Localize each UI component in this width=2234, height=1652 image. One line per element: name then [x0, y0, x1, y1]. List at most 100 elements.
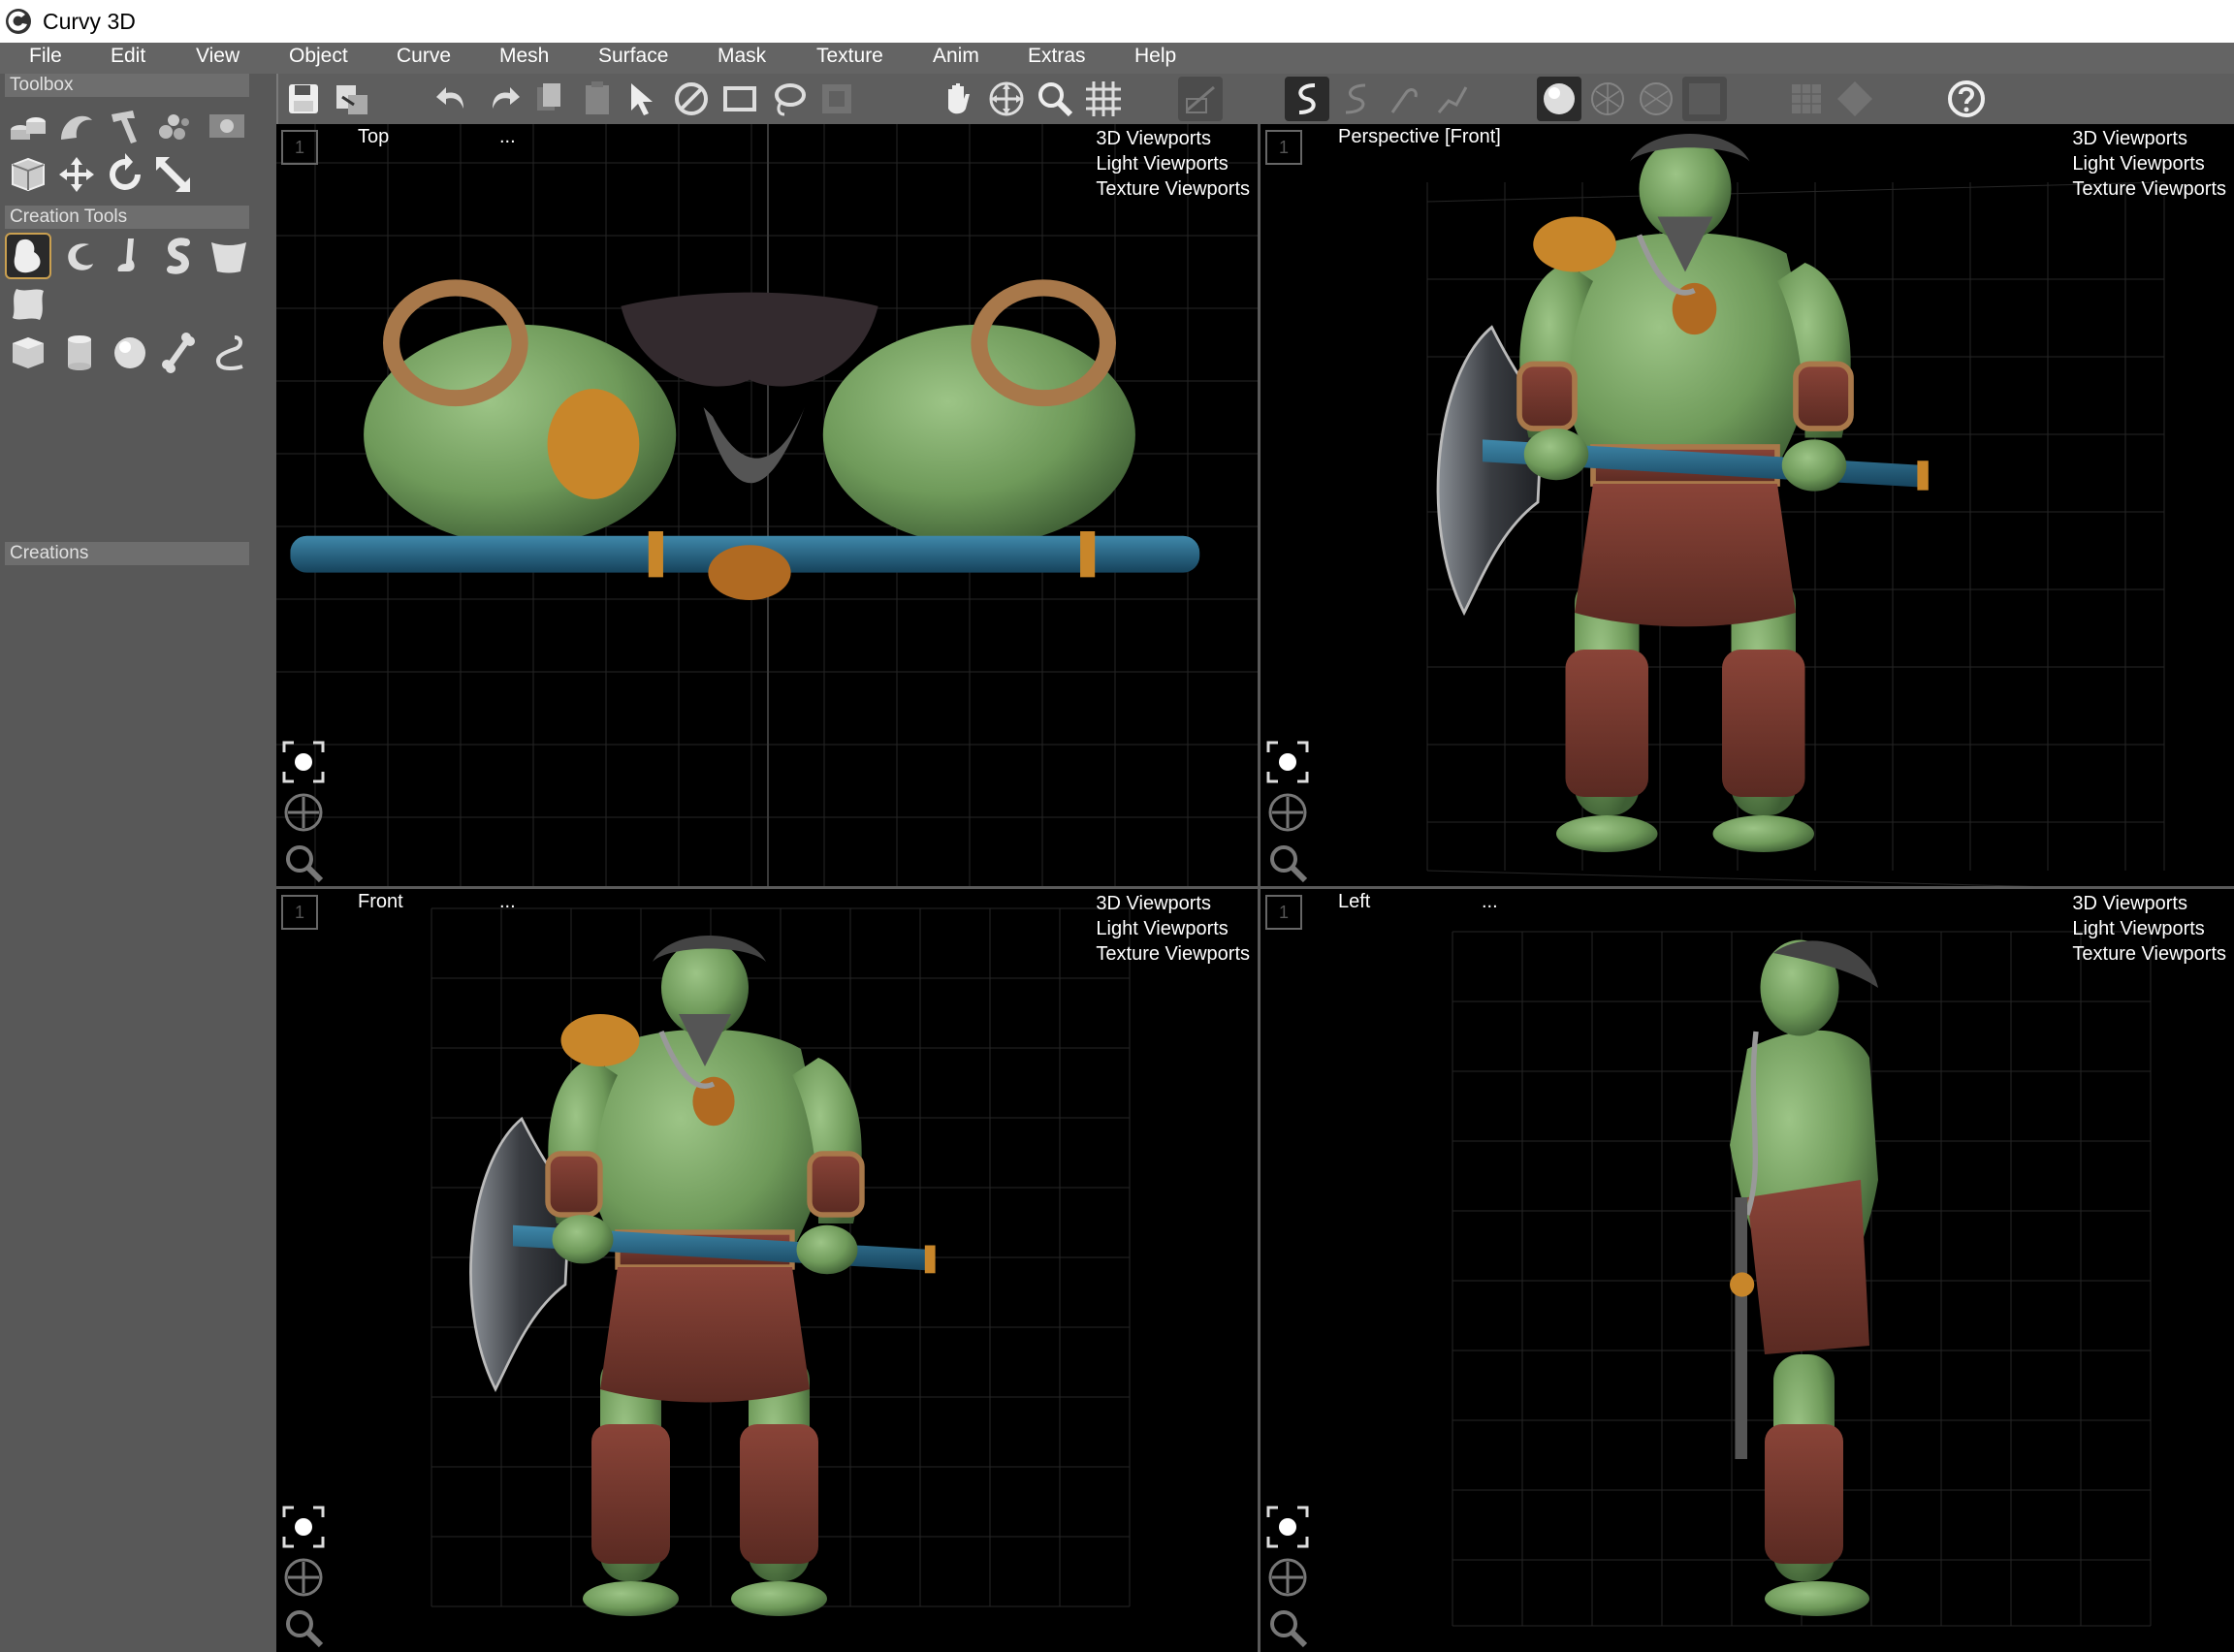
paste-button[interactable]: [575, 77, 620, 121]
focus-icon[interactable]: [282, 1506, 325, 1548]
viewport-menu-light[interactable]: Light Viewports: [2072, 151, 2226, 176]
viewport-name[interactable]: Perspective [Front]: [1338, 126, 1501, 148]
viewport-number[interactable]: 1: [1265, 895, 1302, 930]
tool-cylinder[interactable]: [56, 330, 103, 376]
tool-cube[interactable]: [5, 330, 51, 376]
viewport-menu-3d[interactable]: 3D Viewports: [2072, 891, 2226, 916]
orc-model-perspective[interactable]: [1427, 134, 1980, 871]
redo-button[interactable]: [480, 77, 525, 121]
curve-tool-4-button[interactable]: [1430, 77, 1475, 121]
viewport-more[interactable]: ...: [499, 126, 516, 148]
viewport-number[interactable]: 1: [281, 130, 318, 165]
tool-bone[interactable]: [155, 330, 202, 376]
menu-mesh[interactable]: Mesh: [499, 45, 549, 68]
zoom-button[interactable]: [1033, 77, 1077, 121]
viewport-menu-texture[interactable]: Texture Viewports: [1096, 941, 1250, 967]
mask-select-button[interactable]: [814, 77, 859, 121]
save-button[interactable]: [281, 77, 326, 121]
pan-button[interactable]: [936, 77, 980, 121]
tool-shells[interactable]: [53, 103, 100, 149]
tool-tube[interactable]: [206, 330, 252, 376]
menu-help[interactable]: Help: [1134, 45, 1176, 68]
viewport-menu-light[interactable]: Light Viewports: [2072, 916, 2226, 941]
viewport-name[interactable]: Front: [358, 891, 403, 913]
menu-file[interactable]: File: [29, 45, 62, 68]
export-button[interactable]: [330, 77, 374, 121]
tool-image-plane[interactable]: [204, 103, 250, 149]
orbit-icon[interactable]: [282, 1556, 325, 1599]
tool-hammer[interactable]: [102, 103, 148, 149]
lasso-select-button[interactable]: [766, 77, 811, 121]
focus-icon[interactable]: [1266, 741, 1309, 783]
viewport-menu-texture[interactable]: Texture Viewports: [2072, 176, 2226, 202]
curve-tool-3-button[interactable]: [1382, 77, 1426, 121]
viewport-menu-light[interactable]: Light Viewports: [1096, 916, 1250, 941]
help-button[interactable]: [1944, 77, 1989, 121]
focus-icon[interactable]: [282, 741, 325, 783]
tool-patch[interactable]: [5, 281, 51, 328]
move-view-button[interactable]: [984, 77, 1029, 121]
viewport-name[interactable]: Top: [358, 126, 389, 148]
viewport-name[interactable]: Left: [1338, 891, 1370, 913]
viewport-number[interactable]: 1: [1265, 130, 1302, 165]
wire-shaded-mode-button[interactable]: [1634, 77, 1678, 121]
tool-limb[interactable]: [105, 233, 151, 279]
shaded-mode-button[interactable]: [1537, 77, 1581, 121]
orc-model-front[interactable]: [461, 936, 984, 1634]
viewport-menu-3d[interactable]: 3D Viewports: [2072, 126, 2226, 151]
tool-blob[interactable]: [5, 233, 51, 279]
viewport-menu-light[interactable]: Light Viewports: [1096, 151, 1250, 176]
tool-rotate[interactable]: [102, 151, 148, 198]
curves-mode-button[interactable]: [1682, 77, 1727, 121]
viewport-menu-3d[interactable]: 3D Viewports: [1096, 891, 1250, 916]
copy-button[interactable]: [527, 77, 571, 121]
menu-texture[interactable]: Texture: [816, 45, 883, 68]
tool-scale[interactable]: [150, 151, 197, 198]
undo-button[interactable]: [431, 77, 476, 121]
viewport-more[interactable]: ...: [499, 891, 516, 913]
viewport-menu-3d[interactable]: 3D Viewports: [1096, 126, 1250, 151]
curve-tool-2-button[interactable]: [1333, 77, 1378, 121]
draw-curve-button[interactable]: [1285, 77, 1329, 121]
viewport-divider-horizontal[interactable]: [276, 886, 2234, 889]
tool-spheres[interactable]: [5, 103, 51, 149]
viewport-front[interactable]: 1 Front ... 3D Viewports Light Viewports…: [276, 889, 1258, 1652]
orbit-icon[interactable]: [282, 791, 325, 834]
menu-curve[interactable]: Curve: [397, 45, 451, 68]
tool-particles[interactable]: [150, 103, 197, 149]
tool-box-select[interactable]: [5, 151, 51, 198]
menu-edit[interactable]: Edit: [111, 45, 145, 68]
tool-move[interactable]: [53, 151, 100, 198]
zoom-view-icon[interactable]: [1266, 1606, 1309, 1649]
rect-select-button[interactable]: [718, 77, 762, 121]
menu-extras[interactable]: Extras: [1028, 45, 1086, 68]
deselect-button[interactable]: [669, 77, 714, 121]
zoom-view-icon[interactable]: [1266, 842, 1309, 884]
viewport-menu-texture[interactable]: Texture Viewports: [2072, 941, 2226, 967]
flat-view-button[interactable]: [1784, 77, 1829, 121]
orc-model-top[interactable]: [284, 270, 1215, 619]
menu-mask[interactable]: Mask: [718, 45, 766, 68]
edit-curve-button[interactable]: [1178, 77, 1223, 121]
viewport-number[interactable]: 1: [281, 895, 318, 930]
orc-model-left[interactable]: [1677, 936, 1939, 1634]
orbit-icon[interactable]: [1266, 1556, 1309, 1599]
viewport-menu-texture[interactable]: Texture Viewports: [1096, 176, 1250, 202]
orbit-icon[interactable]: [1266, 791, 1309, 834]
menu-anim[interactable]: Anim: [933, 45, 979, 68]
tool-sphere[interactable]: [107, 330, 153, 376]
viewport-more[interactable]: ...: [1482, 891, 1498, 913]
menu-surface[interactable]: Surface: [598, 45, 668, 68]
menu-view[interactable]: View: [196, 45, 239, 68]
iso-view-button[interactable]: [1833, 77, 1877, 121]
tool-surface[interactable]: [206, 233, 252, 279]
tool-horn[interactable]: [56, 233, 103, 279]
wireframe-mode-button[interactable]: [1585, 77, 1630, 121]
viewport-left[interactable]: 1 Left ... 3D Viewports Light Viewports …: [1261, 889, 2234, 1652]
zoom-view-icon[interactable]: [282, 1606, 325, 1649]
zoom-view-icon[interactable]: [282, 842, 325, 884]
grid-button[interactable]: [1081, 77, 1126, 121]
viewport-perspective[interactable]: 1 Perspective [Front] 3D Viewports Light…: [1261, 124, 2234, 886]
focus-icon[interactable]: [1266, 1506, 1309, 1548]
select-button[interactable]: [621, 77, 665, 121]
